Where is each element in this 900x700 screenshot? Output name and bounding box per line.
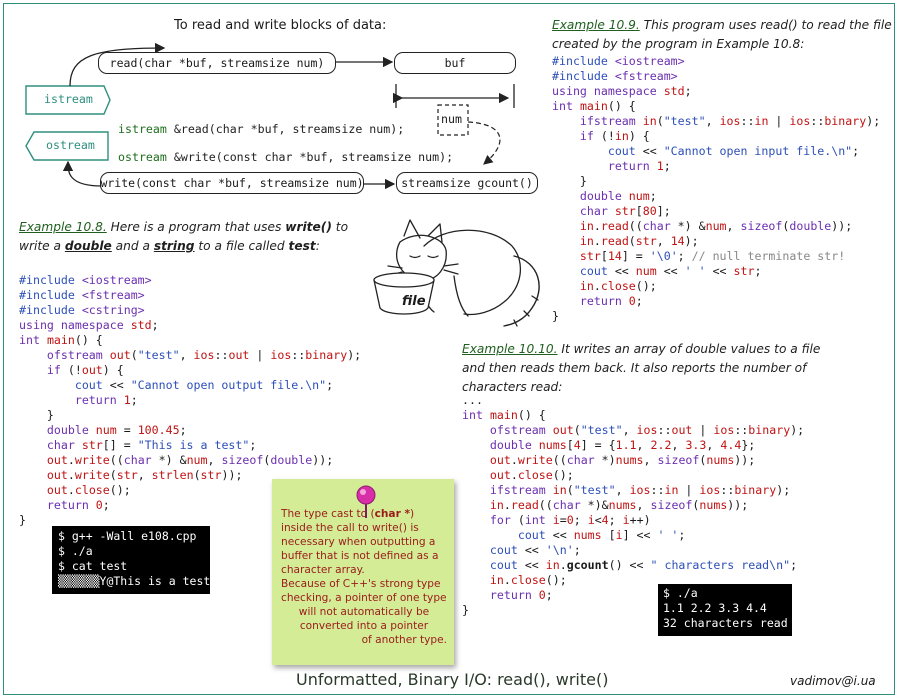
istream-label: istream <box>44 92 93 106</box>
terminal-10-8: $ g++ -Wall e108.cpp $ ./a $ cat test ▒▒▒▒▒… <box>52 526 210 594</box>
buf-box: buf <box>394 52 516 74</box>
footer-title: Unformatted, Binary I/O: read(), write() <box>296 670 609 689</box>
read-declaration: istream &read(char *buf, streamsize num)… <box>118 122 405 136</box>
terminal-line: ▒▒▒▒▒▒Y@This is a test <box>58 574 211 588</box>
example-10-10-heading: Example 10.10. It writes an array of dou… <box>462 342 821 394</box>
pushpin-icon <box>356 485 376 518</box>
terminal-line: $ cat test <box>58 559 128 573</box>
note-paragraph-2c: converted into a pointer <box>299 620 429 632</box>
gcount-signature: streamsize gcount() <box>401 176 533 190</box>
example-10-8-heading: Example 10.8. Here is a program that use… <box>19 220 349 253</box>
read-signature: read(char *buf, streamsize num) <box>109 56 325 70</box>
write-signature-box: write(const char *buf, streamsize num) <box>100 172 364 194</box>
ostream-label: ostream <box>46 138 95 152</box>
slide: To read and write blocks of data: read(c… <box>3 3 895 695</box>
terminal-10-10: $ ./a 1.1 2.2 3.3 4.4 32 characters read <box>658 584 792 636</box>
num-label: num <box>441 112 462 126</box>
note-paragraph-2a: Because of C++'s strong type checking, a… <box>281 578 447 604</box>
terminal-line: $ g++ -Wall e108.cpp <box>58 529 197 543</box>
terminal-line: 1.1 2.2 3.3 4.4 <box>663 601 767 615</box>
terminal-line: $ ./a <box>58 544 93 558</box>
write-declaration: ostream &write(const char *buf, streamsi… <box>118 150 454 164</box>
footer-author: vadimov@i.ua <box>790 674 876 688</box>
example-10-9-heading: Example 10.9. This program uses read() t… <box>552 18 892 51</box>
terminal-line: $ ./a <box>663 586 698 600</box>
terminal-line: 32 characters read <box>663 616 788 630</box>
note-paragraph-2d: of another type. <box>361 634 447 646</box>
diagram-title: To read and write blocks of data: <box>174 18 387 33</box>
cat-bowl-label: file <box>402 294 426 309</box>
gcount-box: streamsize gcount() <box>396 172 538 194</box>
note-paragraph-2b: will not automatically be <box>298 606 430 618</box>
buf-label: buf <box>444 56 466 70</box>
write-signature: write(const char *buf, streamsize num) <box>100 176 364 190</box>
read-signature-box: read(char *buf, streamsize num) <box>98 52 336 74</box>
code-10-9: #include <iostream> #include <fstream> u… <box>552 54 881 323</box>
cat-illustration <box>373 219 540 327</box>
